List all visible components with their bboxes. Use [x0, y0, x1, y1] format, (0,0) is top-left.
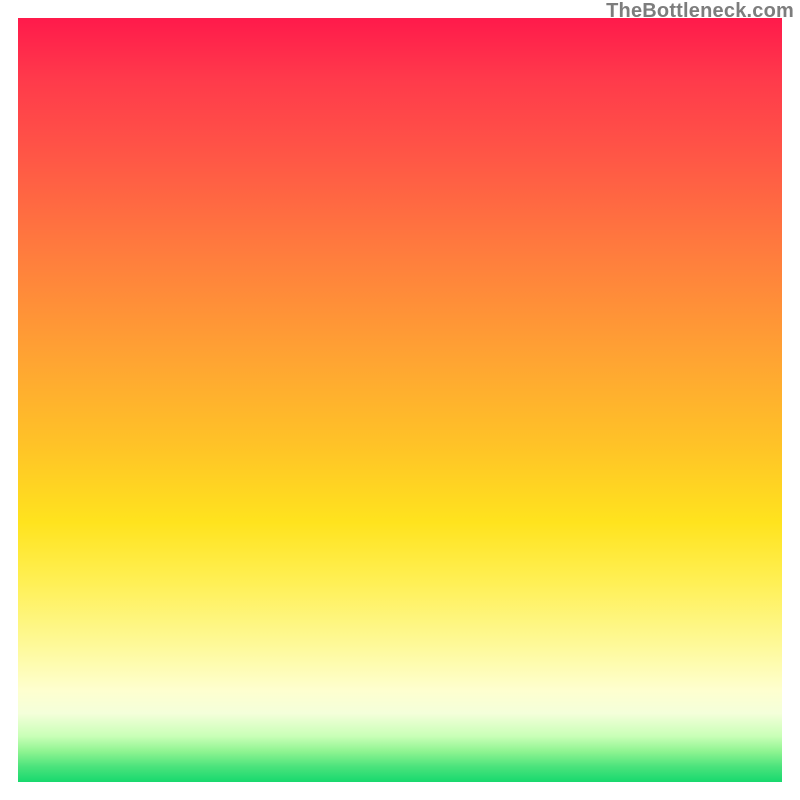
heat-gradient: [18, 18, 782, 782]
plot-area: [18, 18, 782, 782]
bottleneck-chart: TheBottleneck.com: [0, 0, 800, 800]
